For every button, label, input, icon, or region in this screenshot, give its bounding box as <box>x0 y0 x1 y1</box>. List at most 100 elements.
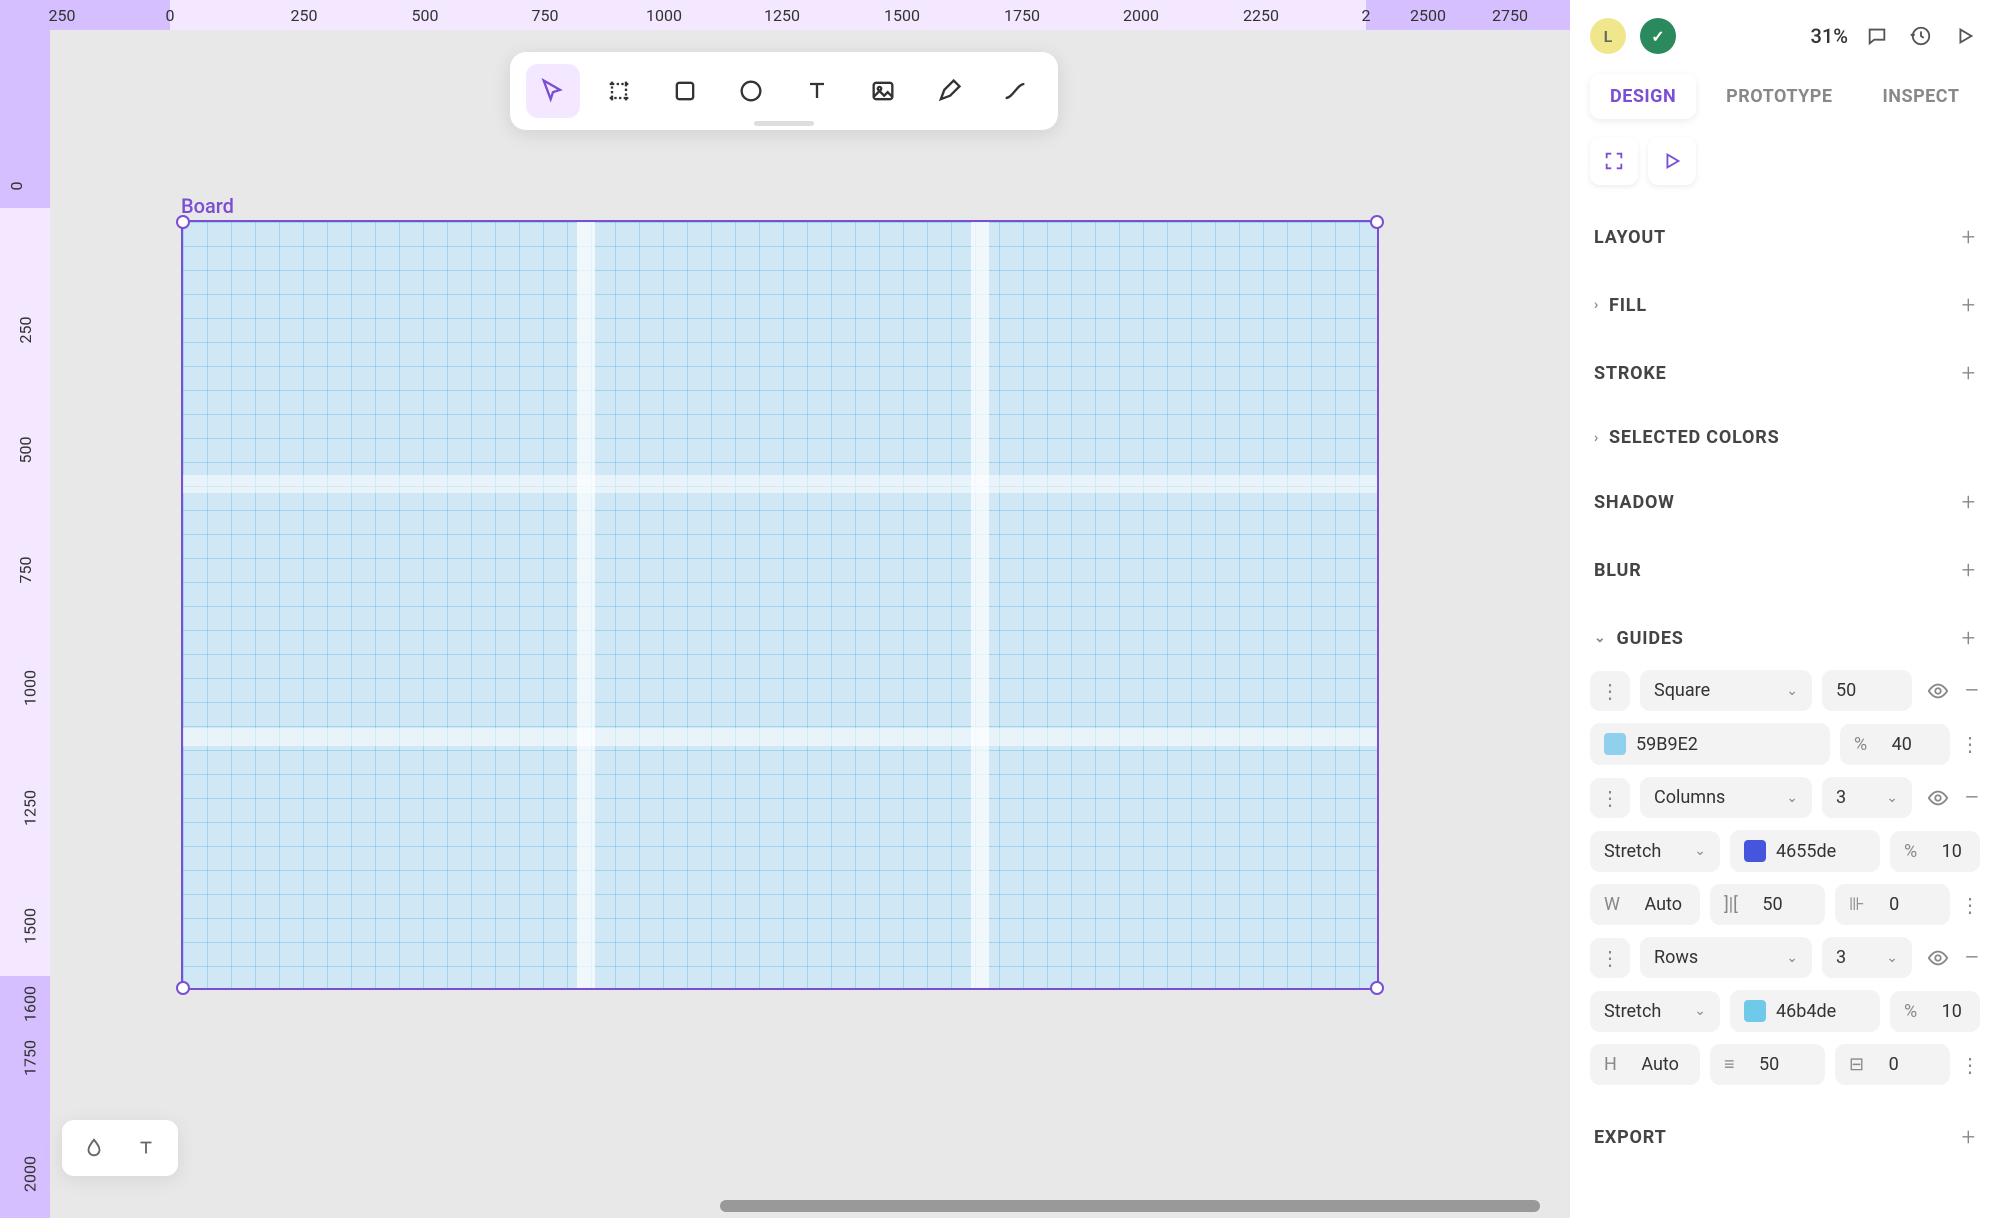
guide-rows-menu[interactable]: ⋮ <box>1590 938 1630 978</box>
tool-curve[interactable] <box>988 64 1042 118</box>
guide-sq-menu[interactable]: ⋮ <box>1590 671 1630 711</box>
section-stroke[interactable]: STROKE + <box>1590 345 1980 401</box>
resize-handle-tr[interactable] <box>1370 215 1384 229</box>
guide-cols-color-input[interactable]: 4655de <box>1730 830 1880 872</box>
horizontal-scrollbar[interactable] <box>720 1200 1540 1212</box>
chevron-down-icon: ⌄ <box>1694 1003 1706 1019</box>
tool-image[interactable] <box>856 64 910 118</box>
resize-handle-bl[interactable] <box>176 981 190 995</box>
section-selected-colors[interactable]: ›SELECTED COLORS <box>1590 413 1980 462</box>
section-shadow-label: SHADOW <box>1594 492 1675 513</box>
avatar-user[interactable]: L <box>1590 18 1626 54</box>
section-export[interactable]: EXPORT+ <box>1590 1109 1980 1165</box>
toolbar-drag-handle[interactable] <box>754 121 814 126</box>
section-stroke-label: STROKE <box>1594 363 1667 384</box>
add-stroke-icon[interactable]: + <box>1962 359 1976 387</box>
guide-rows-remove-icon[interactable]: − <box>1964 941 1980 974</box>
ruler-vertical[interactable]: 0250500750100012501500160017502000 <box>0 0 50 1218</box>
ruler-horizontal[interactable]: 2500250500750100012501500175020002250225… <box>18 0 1570 30</box>
comments-icon[interactable] <box>1862 21 1892 51</box>
chevron-down-icon: ⌄ <box>1594 630 1607 646</box>
zoom-level[interactable]: 31% <box>1811 24 1848 48</box>
ruler-v-tick: 750 <box>16 557 35 584</box>
section-layout-label: LAYOUT <box>1594 227 1666 248</box>
tab-prototype[interactable]: PROTOTYPE <box>1706 74 1852 119</box>
guide-rows-color-input[interactable]: 46b4de <box>1730 990 1880 1032</box>
section-layout[interactable]: LAYOUT + <box>1590 209 1980 265</box>
guide-cols-type-select[interactable]: Columns⌄ <box>1640 777 1812 818</box>
canvas[interactable]: Board <box>50 30 1570 1218</box>
guide-sq-color-input[interactable]: 59B9E2 <box>1590 723 1830 765</box>
tool-pointer[interactable] <box>526 64 580 118</box>
guide-rows-type-select[interactable]: Rows⌄ <box>1640 937 1812 978</box>
guide-cols-remove-icon[interactable]: − <box>1964 781 1980 814</box>
tab-inspect[interactable]: INSPECT <box>1863 74 1980 119</box>
guide-cols-gutter-input[interactable]: ]|[ 50 <box>1710 884 1825 925</box>
guide-cols-count-select[interactable]: 3⌄ <box>1822 777 1912 818</box>
guide-rows-visibility-icon[interactable] <box>1922 942 1954 974</box>
tab-design[interactable]: DESIGN <box>1590 74 1696 119</box>
history-icon[interactable] <box>1906 21 1936 51</box>
ruler-h-tick: 2500 <box>1410 6 1446 25</box>
guide-cols-visibility-icon[interactable] <box>1922 782 1954 814</box>
board-label[interactable]: Board <box>181 194 234 218</box>
guide-sq-more-icon[interactable]: ⋮ <box>1960 732 1980 756</box>
add-fill-icon[interactable]: + <box>1962 291 1976 319</box>
tool-rectangle[interactable] <box>658 64 712 118</box>
tool-frame[interactable] <box>592 64 646 118</box>
section-guides[interactable]: ⌄GUIDES+ <box>1590 610 1980 666</box>
resize-handle-br[interactable] <box>1370 981 1384 995</box>
guide-sq-type-select[interactable]: Square⌄ <box>1640 670 1812 711</box>
guide-rows-opacity-input[interactable]: % 10 <box>1890 991 1980 1032</box>
guide-rows-count-select[interactable]: 3⌄ <box>1822 937 1912 978</box>
guide-cols-margin-input[interactable]: ⊪ 0 <box>1835 884 1950 925</box>
board[interactable] <box>181 220 1379 990</box>
bottom-left-palette <box>62 1120 178 1176</box>
guide-sq-size-input[interactable]: 50 <box>1822 670 1912 711</box>
guide-cols-width-value: Auto <box>1644 894 1682 915</box>
tool-pen[interactable] <box>922 64 976 118</box>
guide-cols-menu[interactable]: ⋮ <box>1590 778 1630 818</box>
guide-cols-opacity-input[interactable]: % 10 <box>1890 831 1980 872</box>
guide-rows-height-input[interactable]: H Auto <box>1590 1044 1700 1085</box>
action-expand-button[interactable] <box>1590 137 1638 185</box>
palette-droplet-icon[interactable] <box>82 1136 106 1160</box>
gutter-icon: ]|[ <box>1724 894 1738 915</box>
add-layout-icon[interactable]: + <box>1962 223 1976 251</box>
avatar-sync-check-icon[interactable]: ✓ <box>1640 18 1676 54</box>
percent-label: % <box>1854 734 1867 755</box>
guide-rows-height-value: Auto <box>1641 1054 1679 1075</box>
guide-sq-visibility-icon[interactable] <box>1922 675 1954 707</box>
guide-rows-color-value: 46b4de <box>1776 1001 1836 1022</box>
add-blur-icon[interactable]: + <box>1962 556 1976 584</box>
play-icon[interactable] <box>1950 21 1980 51</box>
section-fill[interactable]: ›FILL+ <box>1590 277 1980 333</box>
ruler-h-tick: 0 <box>166 6 175 25</box>
guide-rows-margin-input[interactable]: ⊟ 0 <box>1835 1044 1950 1085</box>
resize-handle-tl[interactable] <box>176 215 190 229</box>
guide-sq-remove-icon[interactable]: − <box>1964 674 1980 707</box>
add-guide-icon[interactable]: + <box>1962 624 1976 652</box>
action-play-button[interactable] <box>1648 137 1696 185</box>
guide-cols-margin-value: 0 <box>1889 894 1899 915</box>
guide-rows-more-icon[interactable]: ⋮ <box>1960 1053 1980 1077</box>
guide-rows-gutter-input[interactable]: ≡ 50 <box>1710 1044 1825 1085</box>
tool-text[interactable] <box>790 64 844 118</box>
w-label: W <box>1604 894 1620 915</box>
add-export-icon[interactable]: + <box>1962 1123 1976 1151</box>
add-shadow-icon[interactable]: + <box>1962 488 1976 516</box>
guide-cols-align-select[interactable]: Stretch⌄ <box>1590 831 1720 872</box>
ruler-h-tick: 250 <box>49 6 76 25</box>
guide-cols-more-icon[interactable]: ⋮ <box>1960 893 1980 917</box>
percent-label: % <box>1904 841 1917 862</box>
section-blur[interactable]: BLUR+ <box>1590 542 1980 598</box>
guide-cols-width-input[interactable]: W Auto <box>1590 884 1700 925</box>
tool-ellipse[interactable] <box>724 64 778 118</box>
palette-text-icon[interactable] <box>134 1136 158 1160</box>
guide-sq-opacity-input[interactable]: % 40 <box>1840 724 1950 765</box>
chevron-down-icon: ⌄ <box>1786 950 1798 966</box>
guide-rows-align-select[interactable]: Stretch⌄ <box>1590 991 1720 1032</box>
chevron-down-icon: ⌄ <box>1694 843 1706 859</box>
right-panel: L ✓ 31% DESIGN PROTOTYPE INSPECT LAYOUT +… <box>1570 0 2000 1218</box>
section-shadow[interactable]: SHADOW + <box>1590 474 1980 530</box>
